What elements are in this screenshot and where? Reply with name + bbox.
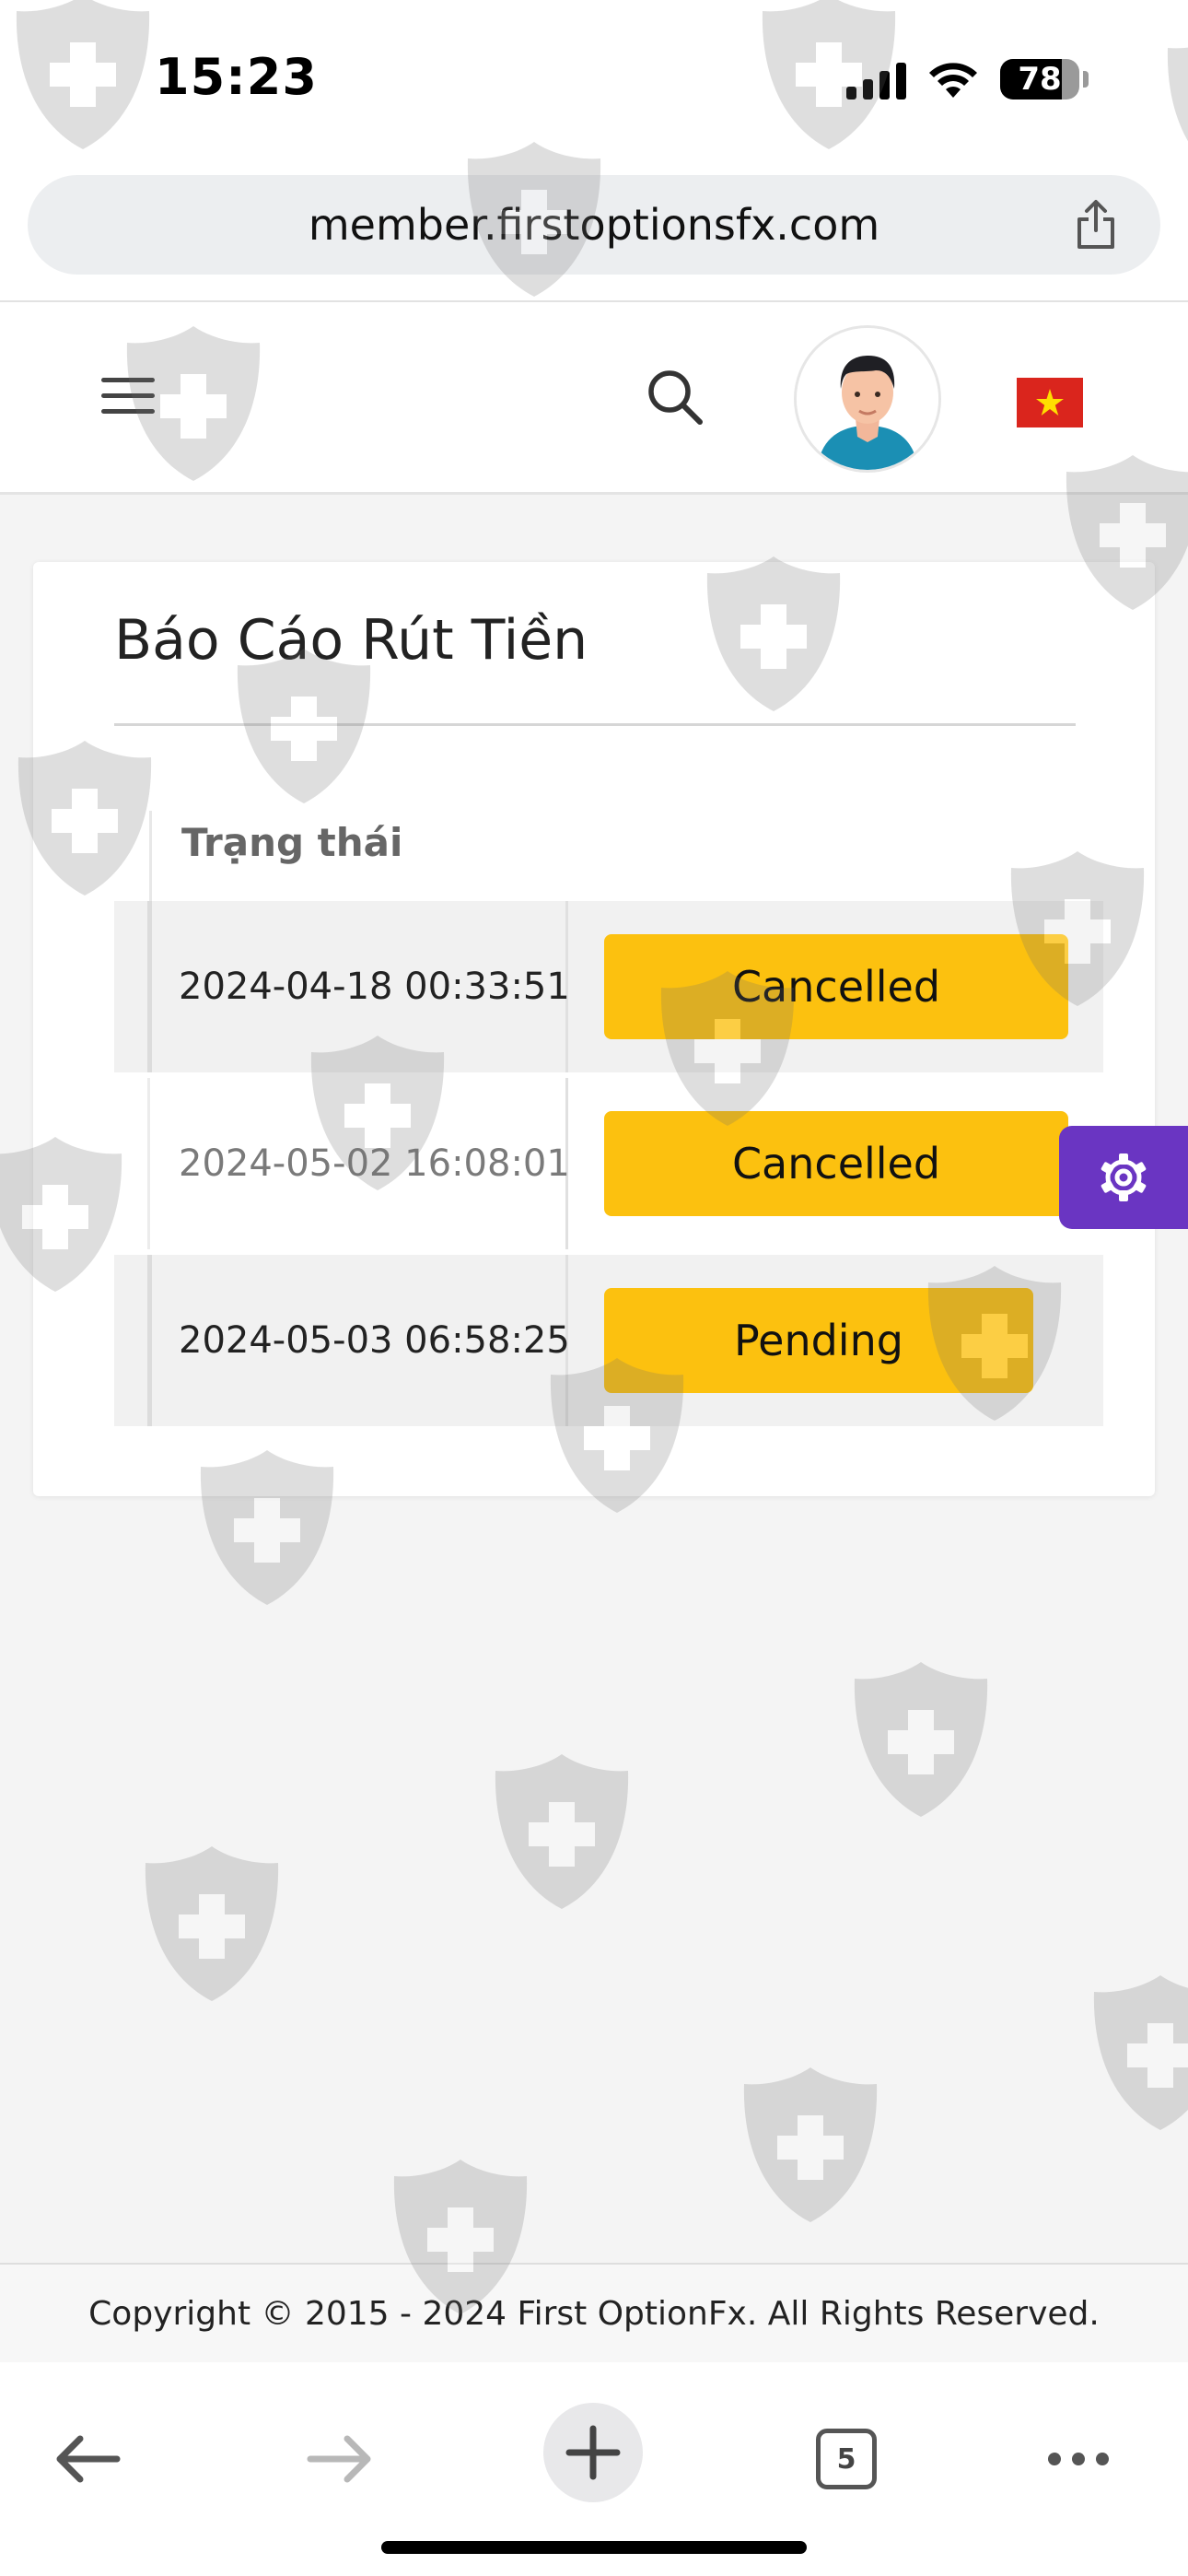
status-icons: 78 <box>846 55 1089 103</box>
row-border <box>147 901 152 1072</box>
table-row[interactable]: 2024-04-18 00:33:51 Cancelled <box>114 901 1103 1072</box>
search-icon[interactable] <box>645 367 705 427</box>
back-button[interactable] <box>37 2408 138 2510</box>
battery-tip <box>1083 71 1089 88</box>
table-row[interactable]: 2024-05-02 16:08:01 Cancelled <box>114 1078 1103 1249</box>
user-avatar[interactable] <box>794 325 941 473</box>
page-title: Báo Cáo Rút Tiền <box>114 608 588 673</box>
watermark-shield-icon <box>1093 1975 1188 2130</box>
table-header: Trạng thái <box>149 811 1106 903</box>
watermark-shield-icon <box>495 1754 629 1909</box>
withdrawal-report-card: Báo Cáo Rút Tiền Trạng thái 2024-04-18 0… <box>33 562 1155 1496</box>
share-icon[interactable] <box>1068 197 1124 252</box>
new-tab-button[interactable] <box>543 2403 643 2502</box>
column-header-status: Trạng thái <box>181 820 403 865</box>
gear-icon <box>1101 1153 1147 1201</box>
star-icon <box>1036 389 1064 416</box>
more-options-button[interactable] <box>1028 2408 1129 2510</box>
status-badge[interactable]: Cancelled <box>604 1111 1068 1216</box>
tabs-button[interactable]: 5 <box>796 2408 897 2510</box>
arrow-left-icon <box>56 2435 121 2483</box>
status-badge[interactable]: Pending <box>604 1288 1033 1393</box>
plus-icon <box>565 2425 621 2480</box>
browser-address-area: member.firstoptionsfx.com <box>0 157 1188 302</box>
row-border <box>147 1078 150 1249</box>
forward-button[interactable] <box>289 2408 390 2510</box>
watermark-shield-icon <box>743 2067 878 2222</box>
cellular-signal-icon <box>846 59 906 100</box>
title-divider <box>114 723 1076 726</box>
row-border <box>147 1255 152 1426</box>
row-date: 2024-05-02 16:08:01 <box>179 1142 570 1185</box>
row-date: 2024-04-18 00:33:51 <box>179 966 570 1008</box>
row-date: 2024-05-03 06:58:25 <box>179 1319 570 1362</box>
hamburger-menu-icon[interactable] <box>101 378 155 418</box>
more-dots-icon <box>1048 2453 1109 2465</box>
address-url[interactable]: member.firstoptionsfx.com <box>28 175 1160 275</box>
status-time: 15:23 <box>155 48 318 106</box>
page-footer: Copyright © 2015 - 2024 First OptionFx. … <box>0 2263 1188 2364</box>
settings-button[interactable] <box>1059 1126 1188 1229</box>
site-header <box>0 302 1188 495</box>
avatar-icon <box>797 328 938 470</box>
address-bar[interactable]: member.firstoptionsfx.com <box>28 175 1160 275</box>
table-row[interactable]: 2024-05-03 06:58:25 Pending <box>114 1255 1103 1426</box>
battery-icon: 78 <box>1000 59 1079 100</box>
battery-level: 78 <box>1018 61 1062 98</box>
wifi-icon <box>929 63 977 98</box>
language-flag-vietnam[interactable] <box>1017 378 1083 427</box>
status-bar: 15:23 78 <box>0 0 1188 157</box>
status-badge[interactable]: Cancelled <box>604 934 1068 1039</box>
watermark-shield-icon <box>854 1662 988 1817</box>
tab-count: 5 <box>816 2429 877 2489</box>
copyright-text: Copyright © 2015 - 2024 First OptionFx. … <box>88 2294 1100 2333</box>
home-indicator <box>381 2541 807 2554</box>
arrow-right-icon <box>307 2435 371 2483</box>
watermark-shield-icon <box>145 1846 279 2001</box>
